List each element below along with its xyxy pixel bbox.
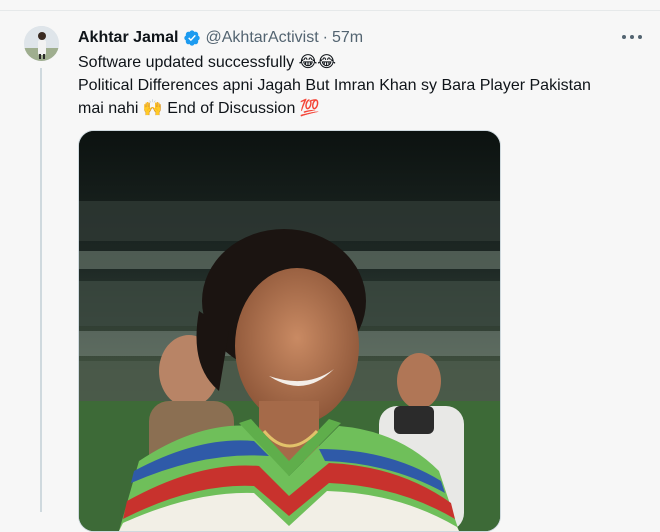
avatar[interactable] — [24, 26, 59, 61]
more-options-icon[interactable] — [622, 28, 642, 46]
verified-badge-icon — [183, 30, 200, 46]
timestamp[interactable]: 57m — [332, 29, 363, 47]
tweet-text-line: Political Differences apni Jagah But Imr… — [78, 77, 591, 94]
tweet-header: Akhtar Jamal @AkhtarActivist · 57m — [78, 27, 363, 49]
divider — [0, 10, 660, 11]
tweet-text-line: Software updated successfully 😂😂 — [78, 54, 336, 71]
tweet-text: Software updated successfully 😂😂 Politic… — [78, 51, 643, 120]
tweet-text-line: mai nahi 🙌 End of Discussion 💯 — [78, 100, 320, 117]
thread-line — [40, 68, 42, 512]
author-name[interactable]: Akhtar Jamal — [78, 29, 179, 47]
separator-dot: · — [322, 29, 328, 46]
tweet-photo[interactable] — [78, 130, 501, 532]
author-handle[interactable]: @AkhtarActivist — [206, 29, 319, 47]
